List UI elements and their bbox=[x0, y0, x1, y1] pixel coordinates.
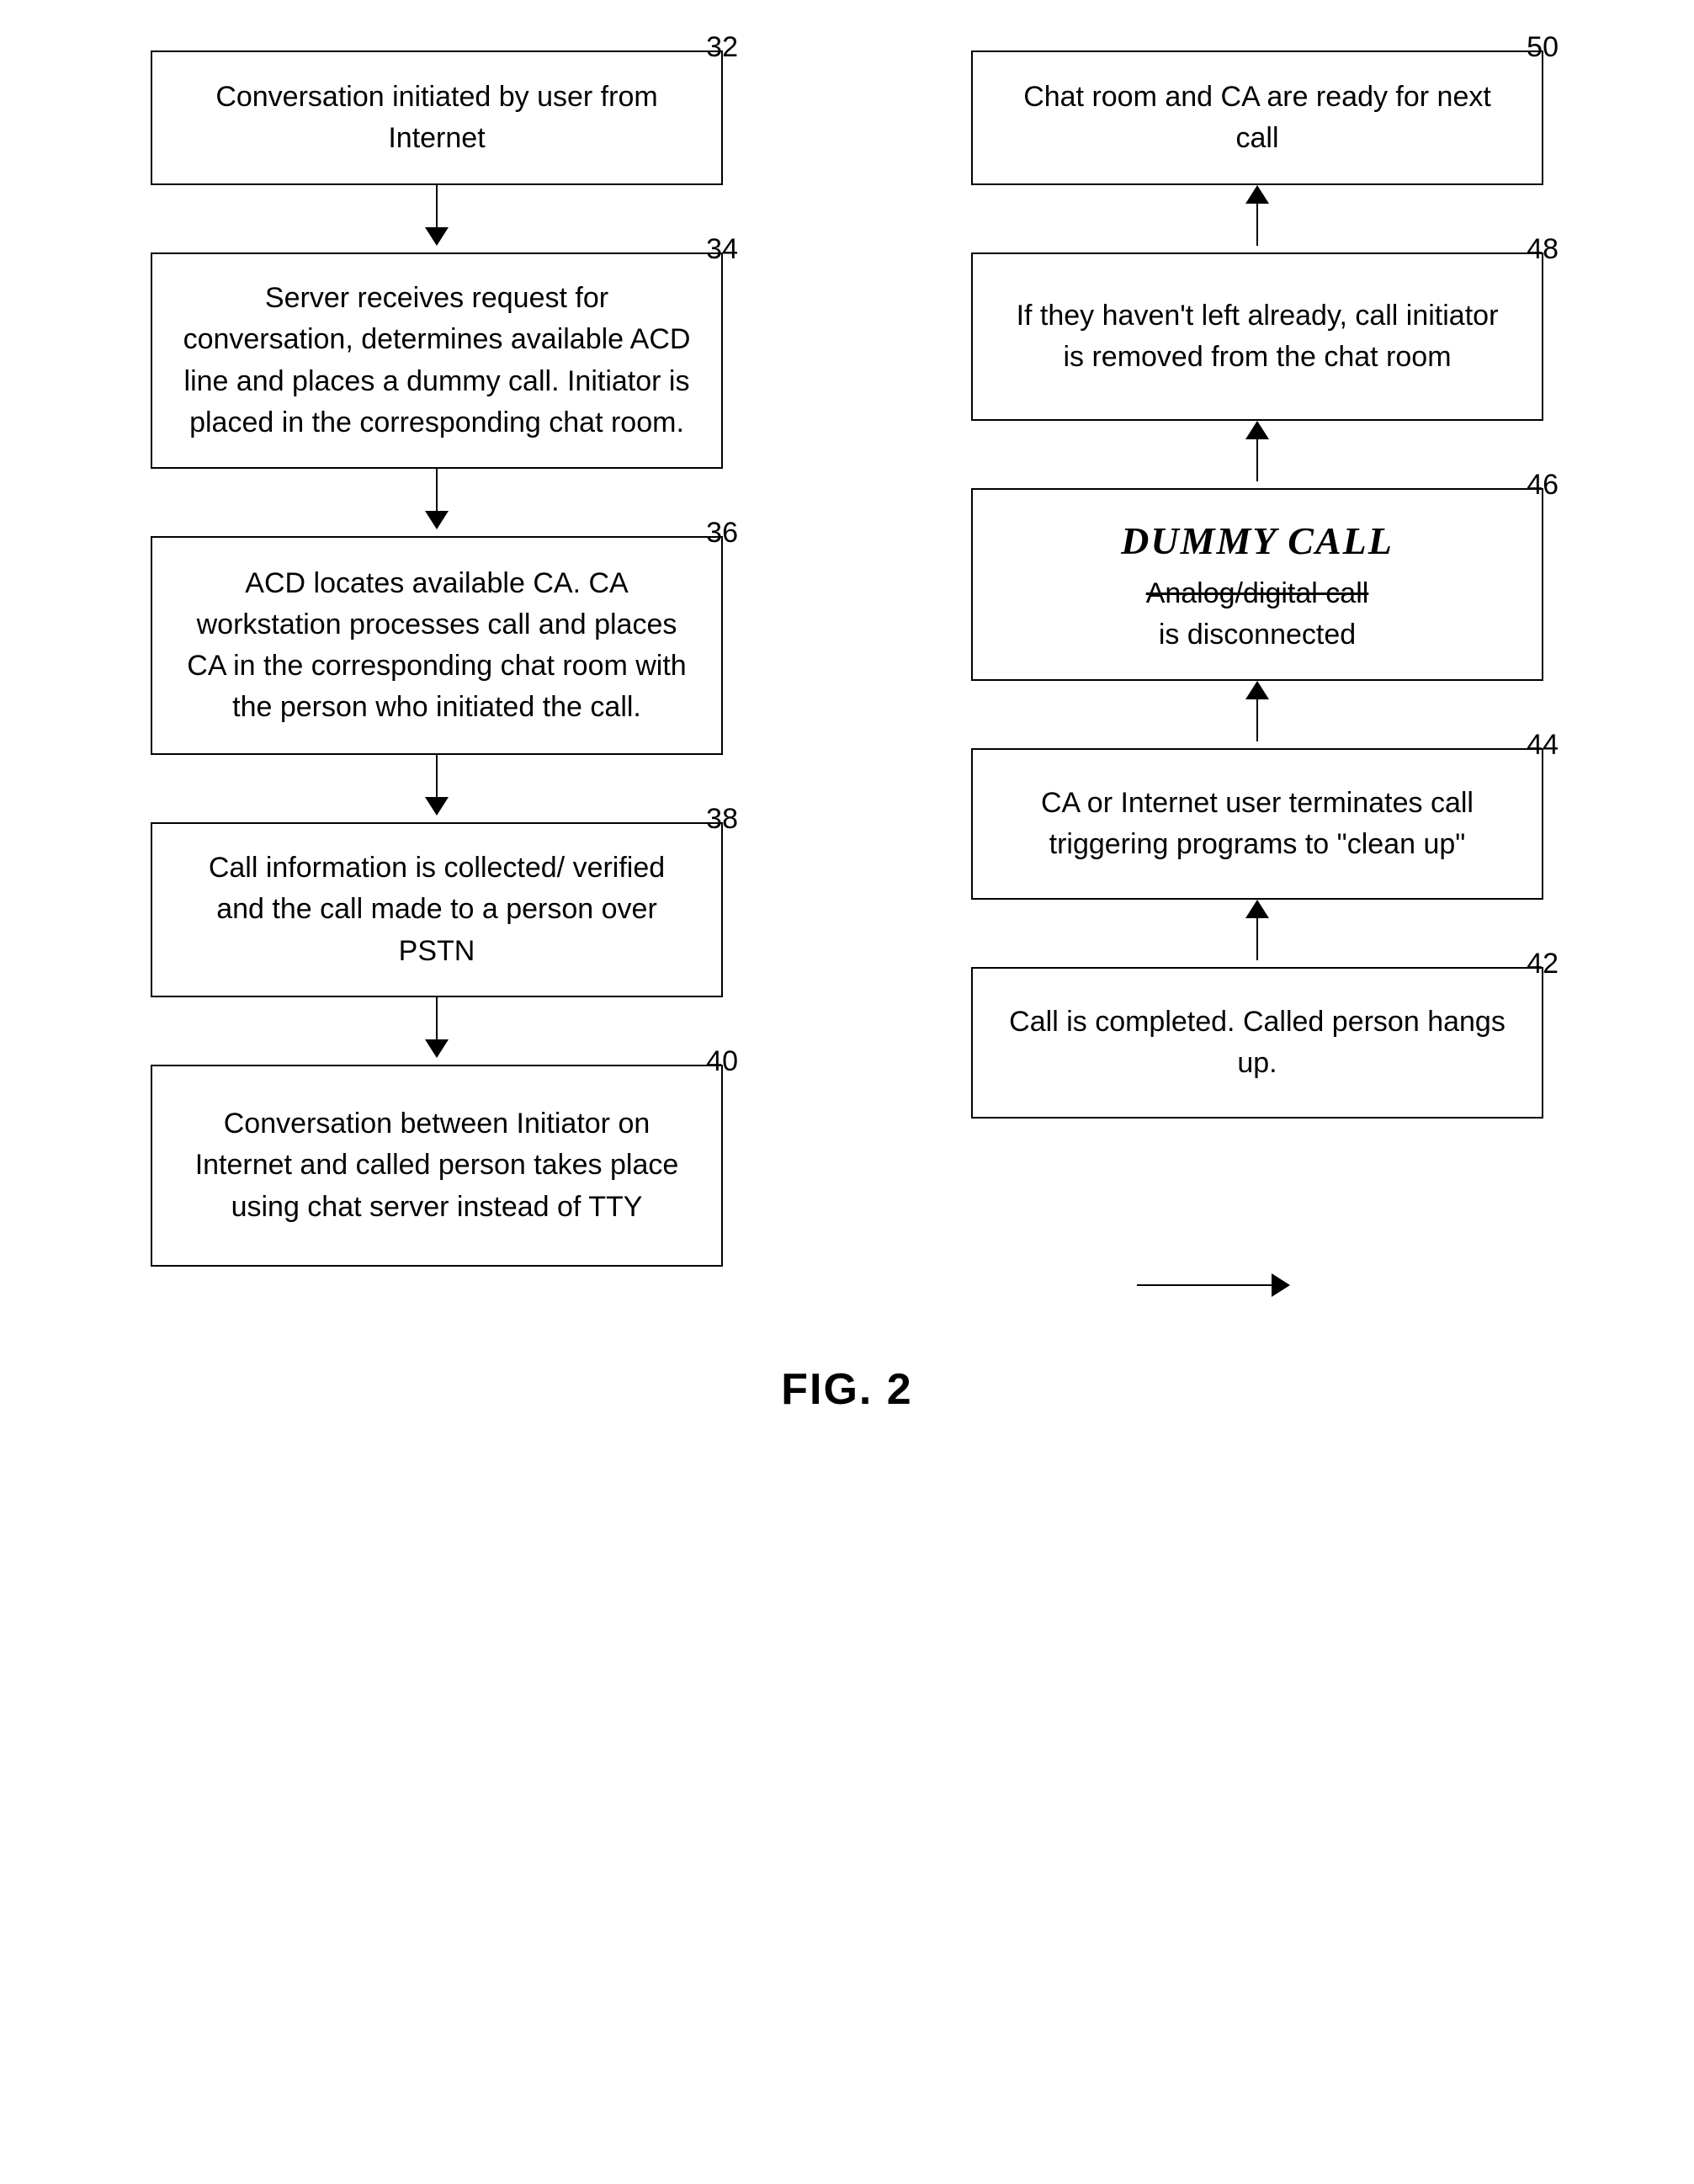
box-34-text: Server receives request for conversation… bbox=[183, 278, 691, 444]
box-42-text: Call is completed. Called person hangs u… bbox=[1003, 1002, 1511, 1085]
arrowhead-down-icon bbox=[425, 511, 449, 529]
box-32: 32 Conversation initiated by user from I… bbox=[151, 50, 723, 185]
box-50: 50 Chat room and CA are ready for next c… bbox=[971, 50, 1543, 185]
box-34-label: 34 bbox=[706, 229, 738, 270]
box-40-label: 40 bbox=[706, 1041, 738, 1082]
arrowhead-up-icon bbox=[1245, 185, 1269, 204]
box-48-wrapper: 48 If they haven't left already, call in… bbox=[889, 252, 1626, 421]
box-38-wrapper: 38 Call information is collected/ verifi… bbox=[69, 822, 805, 997]
box-46-wrapper: 46 DUMMY CALL Analog/digital call is dis… bbox=[889, 488, 1626, 681]
box-38: 38 Call information is collected/ verifi… bbox=[151, 822, 723, 997]
box-34: 34 Server receives request for conversat… bbox=[151, 252, 723, 469]
box-44-text: CA or Internet user terminates call trig… bbox=[1003, 783, 1511, 866]
box-32-label: 32 bbox=[706, 27, 738, 68]
arrowhead-down-icon bbox=[425, 227, 449, 246]
arrowhead-up-icon bbox=[1245, 681, 1269, 699]
box-36-wrapper: 36 ACD locates available CA. CA workstat… bbox=[69, 536, 805, 755]
left-column: 32 Conversation initiated by user from I… bbox=[69, 50, 805, 1267]
arrow-34-to-36 bbox=[69, 469, 805, 536]
box-32-wrapper: 32 Conversation initiated by user from I… bbox=[69, 50, 805, 185]
diagram-container: 32 Conversation initiated by user from I… bbox=[69, 50, 1626, 1415]
arrow-line bbox=[436, 997, 438, 1039]
arrowhead-up-icon bbox=[1245, 900, 1269, 918]
arrowhead-down-icon bbox=[425, 797, 449, 816]
box-48-label: 48 bbox=[1527, 229, 1559, 270]
arrowhead-down-icon bbox=[425, 1039, 449, 1058]
arrow-line bbox=[1256, 439, 1259, 481]
box-44: 44 CA or Internet user terminates call t… bbox=[971, 748, 1543, 900]
arrow-line bbox=[1256, 204, 1259, 246]
box-50-wrapper: 50 Chat room and CA are ready for next c… bbox=[889, 50, 1626, 185]
dummy-call-handwritten: DUMMY CALL bbox=[1121, 513, 1394, 570]
box-40: 40 Conversation between Initiator on Int… bbox=[151, 1065, 723, 1267]
horizontal-arrow-40-42 bbox=[69, 1273, 1626, 1297]
arrow-36-to-38 bbox=[69, 755, 805, 822]
arrow-42-to-44 bbox=[889, 900, 1626, 967]
box-46: 46 DUMMY CALL Analog/digital call is dis… bbox=[971, 488, 1543, 681]
box-38-label: 38 bbox=[706, 799, 738, 840]
arrowhead-right-icon bbox=[1272, 1273, 1290, 1297]
arrow-38-to-40 bbox=[69, 997, 805, 1065]
arrow-line bbox=[436, 185, 438, 227]
arrow-line bbox=[436, 755, 438, 797]
figure-label: FIG. 2 bbox=[69, 1364, 1626, 1415]
box-48-text: If they haven't left already, call initi… bbox=[1003, 295, 1511, 379]
arrow-48-to-50 bbox=[889, 185, 1626, 252]
right-column: 50 Chat room and CA are ready for next c… bbox=[889, 50, 1626, 1119]
box-38-text: Call information is collected/ verified … bbox=[183, 848, 691, 972]
box-36-text: ACD locates available CA. CA workstation… bbox=[183, 563, 691, 729]
box-50-text: Chat room and CA are ready for next call bbox=[1003, 77, 1511, 160]
arrow-line bbox=[1256, 699, 1259, 741]
box-42-label: 42 bbox=[1527, 943, 1559, 985]
box-36: 36 ACD locates available CA. CA workstat… bbox=[151, 536, 723, 755]
box-40-wrapper: 40 Conversation between Initiator on Int… bbox=[69, 1065, 805, 1267]
arrow-line bbox=[1256, 918, 1259, 960]
dummy-call-strikethrough: Analog/digital call bbox=[1146, 573, 1369, 614]
box-42-wrapper: 42 Call is completed. Called person hang… bbox=[889, 967, 1626, 1119]
arrow-32-to-34 bbox=[69, 185, 805, 252]
box-44-wrapper: 44 CA or Internet user terminates call t… bbox=[889, 748, 1626, 900]
arrowhead-up-icon bbox=[1245, 421, 1269, 439]
box-32-text: Conversation initiated by user from Inte… bbox=[183, 77, 691, 160]
box-36-label: 36 bbox=[706, 513, 738, 554]
box-44-label: 44 bbox=[1527, 725, 1559, 766]
arrow-46-to-48 bbox=[889, 421, 1626, 488]
box-42: 42 Call is completed. Called person hang… bbox=[971, 967, 1543, 1119]
box-34-wrapper: 34 Server receives request for conversat… bbox=[69, 252, 805, 469]
box-40-text: Conversation between Initiator on Intern… bbox=[183, 1103, 691, 1228]
box-48: 48 If they haven't left already, call in… bbox=[971, 252, 1543, 421]
horizontal-arrow-line bbox=[1137, 1284, 1272, 1287]
arrow-44-to-46 bbox=[889, 681, 1626, 748]
box-50-label: 50 bbox=[1527, 27, 1559, 68]
box-46-label: 46 bbox=[1527, 465, 1559, 506]
arrow-line bbox=[436, 469, 438, 511]
dummy-call-normal: is disconnected bbox=[1159, 614, 1356, 656]
